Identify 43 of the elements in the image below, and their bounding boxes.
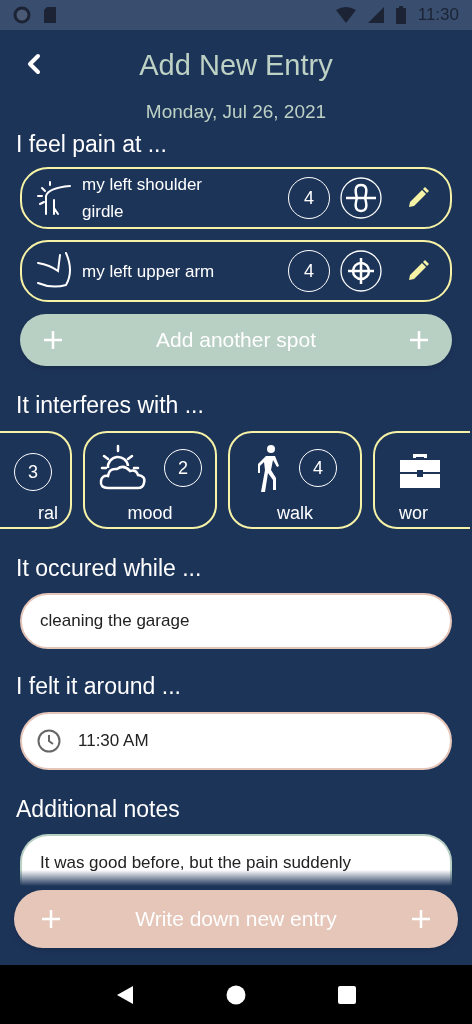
clock-icon: [36, 727, 62, 754]
section-heading: Additional notes: [16, 795, 180, 822]
chip-label: walk: [277, 501, 313, 525]
pencil-icon[interactable]: [406, 186, 430, 210]
section-heading: It interferes with ...: [16, 392, 204, 418]
section-heading: I feel pain at ...: [16, 130, 167, 157]
battery-icon: [395, 6, 406, 24]
sd-card-icon: [43, 6, 57, 24]
recents-nav-icon[interactable]: [338, 985, 356, 1004]
circle-status-icon: [13, 6, 31, 24]
back-nav-icon[interactable]: [116, 984, 134, 1005]
back-icon: [27, 53, 41, 75]
plus-icon: [40, 908, 62, 930]
plus-icon: [410, 908, 432, 930]
activity-chip[interactable]: 4 walk: [228, 430, 362, 529]
time-field[interactable]: 11:30 AM: [20, 711, 452, 770]
notes-field[interactable]: It was good before, but the pain suddenly: [20, 834, 452, 886]
arm-outline-icon: [36, 251, 72, 291]
page-title: Add New Entry: [139, 48, 333, 84]
entry-date: Monday, Jul 26, 2021: [145, 100, 327, 124]
plus-icon: [42, 329, 64, 351]
shoulder-outline-icon: [36, 178, 72, 218]
chip-label: mood: [127, 501, 173, 525]
pain-spot-card[interactable]: my left shoulder girdle 4: [20, 167, 452, 229]
knot-icon: [340, 177, 382, 219]
home-nav-icon[interactable]: [226, 984, 246, 1005]
signal-icon: [367, 7, 384, 23]
wifi-icon: [335, 7, 356, 23]
activity-chip[interactable]: 3 ral: [0, 430, 72, 529]
status-time: 11:30: [417, 4, 459, 27]
crosshair-icon: [340, 250, 382, 292]
pain-spot-card[interactable]: my left upper arm 4: [20, 240, 452, 302]
chip-label: wor: [399, 501, 429, 525]
spot-label: my left upper arm: [82, 260, 216, 283]
section-heading: It occured while ...: [16, 554, 202, 581]
activity-field[interactable]: cleaning the garage: [20, 593, 452, 649]
activity-chip[interactable]: 2 mood: [83, 430, 217, 529]
plus-icon: [408, 329, 430, 351]
section-heading: I felt it around ...: [16, 673, 181, 699]
spot-label: my left shoulder girdle: [82, 174, 203, 223]
pencil-icon[interactable]: [406, 259, 430, 283]
chip-label: ral: [38, 501, 58, 525]
activity-chip[interactable]: wor: [373, 430, 470, 529]
